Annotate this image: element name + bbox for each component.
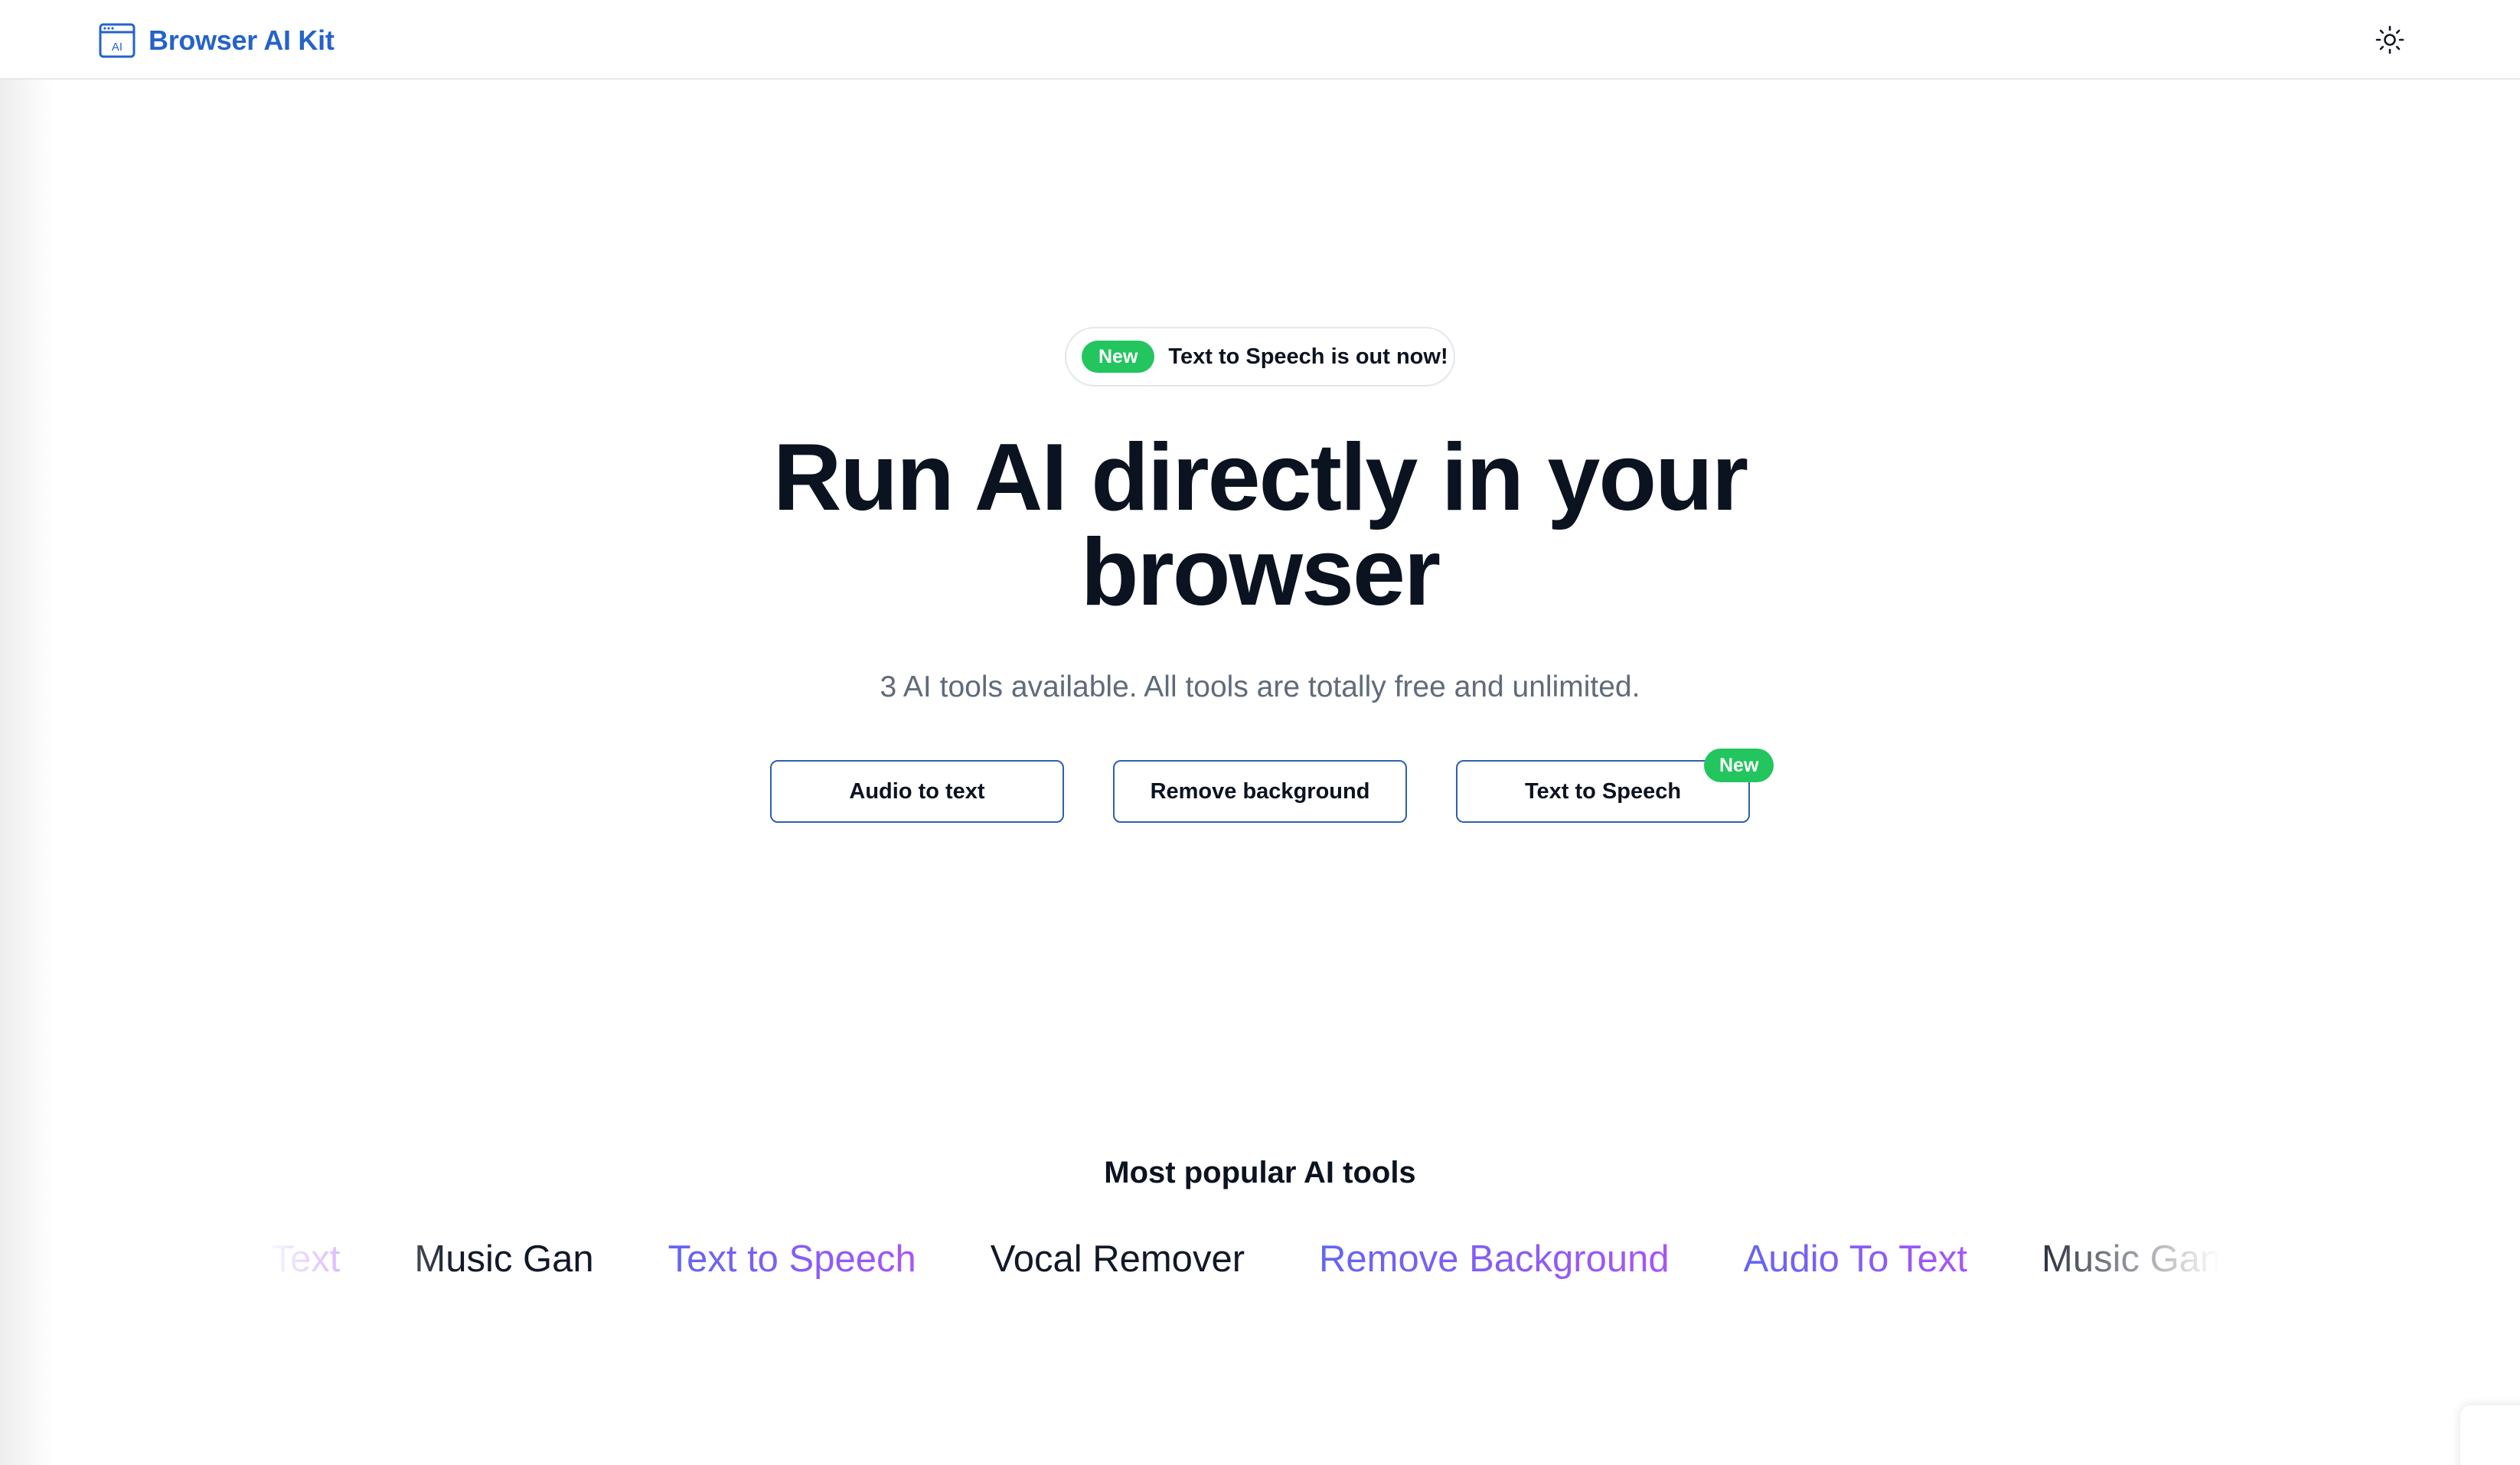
popular-tools-title: Most popular AI tools — [1104, 1156, 1416, 1189]
corner-widget[interactable] — [2460, 1405, 2520, 1465]
left-edge-shadow — [0, 0, 54, 1465]
popular-tool-vocal-remover[interactable]: Vocal Remover — [991, 1228, 1245, 1290]
brand-logo-link[interactable]: AI Browser AI Kit — [98, 20, 335, 61]
popular-tool-remove-background[interactable]: Remove Background — [1319, 1228, 1670, 1290]
audio-to-text-button[interactable]: Audio to text — [770, 760, 1064, 823]
text-to-speech-new-badge: New — [1704, 749, 1774, 782]
new-badge: New — [1082, 341, 1155, 373]
theme-toggle-button[interactable] — [2371, 21, 2408, 58]
hero-subtitle: 3 AI tools available. All tools are tota… — [880, 671, 1640, 703]
hero-title-line-1: Run AI directly in your — [772, 425, 1748, 530]
popular-tool-music-gan[interactable]: Music Gan — [414, 1228, 593, 1290]
remove-background-button[interactable]: Remove background — [1113, 760, 1407, 823]
popular-tools-marquee: Audio To Text Music Gan Text to Speech V… — [260, 1228, 2220, 1290]
page: AI Browser AI Kit New Text to Speech is … — [0, 0, 2520, 1465]
popular-tool-audio-to-text-2[interactable]: Audio To Text — [1744, 1228, 1967, 1290]
popular-tool-audio-to-text[interactable]: Audio To Text — [260, 1228, 340, 1290]
popular-tool-text-to-speech[interactable]: Text to Speech — [668, 1228, 916, 1290]
sun-icon — [2375, 25, 2404, 54]
brand-name: Browser AI Kit — [149, 24, 335, 56]
ai-window-icon: AI — [99, 23, 135, 58]
top-header: AI Browser AI Kit — [0, 0, 2520, 80]
popular-tool-music-gan-2[interactable]: Music Gan — [2042, 1228, 2220, 1290]
announcement-text: Text to Speech is out now! — [1168, 344, 1448, 369]
marquee-track: Audio To Text Music Gan Text to Speech V… — [260, 1228, 2220, 1290]
announcement-pill[interactable]: New Text to Speech is out now! — [1065, 327, 1455, 387]
hero-title: Run AI directly in your browser — [648, 430, 1872, 620]
hero-title-line-2: browser — [1080, 520, 1441, 625]
brand-icon-text: AI — [112, 41, 122, 54]
